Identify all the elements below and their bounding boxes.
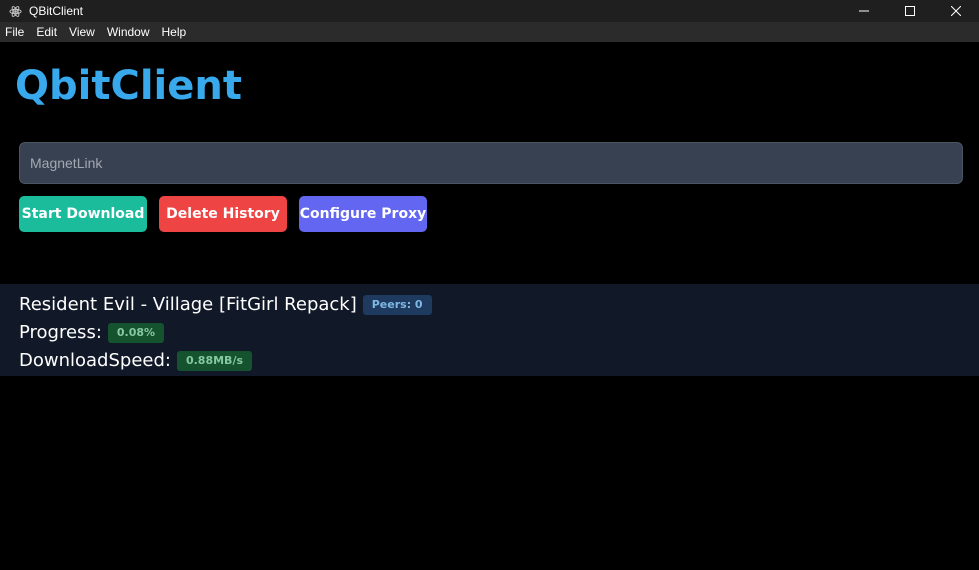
torrent-item: Resident Evil - Village [FitGirl Repack]… xyxy=(0,284,979,376)
progress-label: Progress: xyxy=(19,322,102,343)
peers-badge: Peers: 0 xyxy=(362,294,432,315)
speed-row: DownloadSpeed: 0.88MB/s xyxy=(19,350,253,371)
title-bar: QBitClient xyxy=(0,0,979,22)
electron-icon xyxy=(4,0,26,22)
magnet-link-input[interactable] xyxy=(19,142,963,184)
configure-proxy-button[interactable]: Configure Proxy xyxy=(299,196,427,232)
menu-bar: File Edit View Window Help xyxy=(0,22,979,42)
menu-view[interactable]: View xyxy=(63,22,101,42)
menu-edit[interactable]: Edit xyxy=(30,22,63,42)
progress-badge: 0.08% xyxy=(107,322,165,343)
app-logo: QbitClient xyxy=(15,63,242,109)
progress-row: Progress: 0.08% xyxy=(19,322,165,343)
menu-file[interactable]: File xyxy=(0,22,30,42)
download-speed-badge: 0.88MB/s xyxy=(176,350,253,371)
menu-help[interactable]: Help xyxy=(156,22,193,42)
maximize-icon[interactable] xyxy=(887,0,933,22)
menu-window[interactable]: Window xyxy=(101,22,156,42)
main-content: QbitClient Start Download Delete History… xyxy=(0,42,979,570)
minimize-icon[interactable] xyxy=(841,0,887,22)
window-title: QBitClient xyxy=(29,4,84,18)
torrent-name-row: Resident Evil - Village [FitGirl Repack]… xyxy=(19,294,432,315)
delete-history-button[interactable]: Delete History xyxy=(159,196,287,232)
window-controls xyxy=(841,0,979,22)
close-icon[interactable] xyxy=(933,0,979,22)
torrent-name: Resident Evil - Village [FitGirl Repack] xyxy=(19,294,357,315)
download-speed-label: DownloadSpeed: xyxy=(19,350,171,371)
start-download-button[interactable]: Start Download xyxy=(19,196,147,232)
